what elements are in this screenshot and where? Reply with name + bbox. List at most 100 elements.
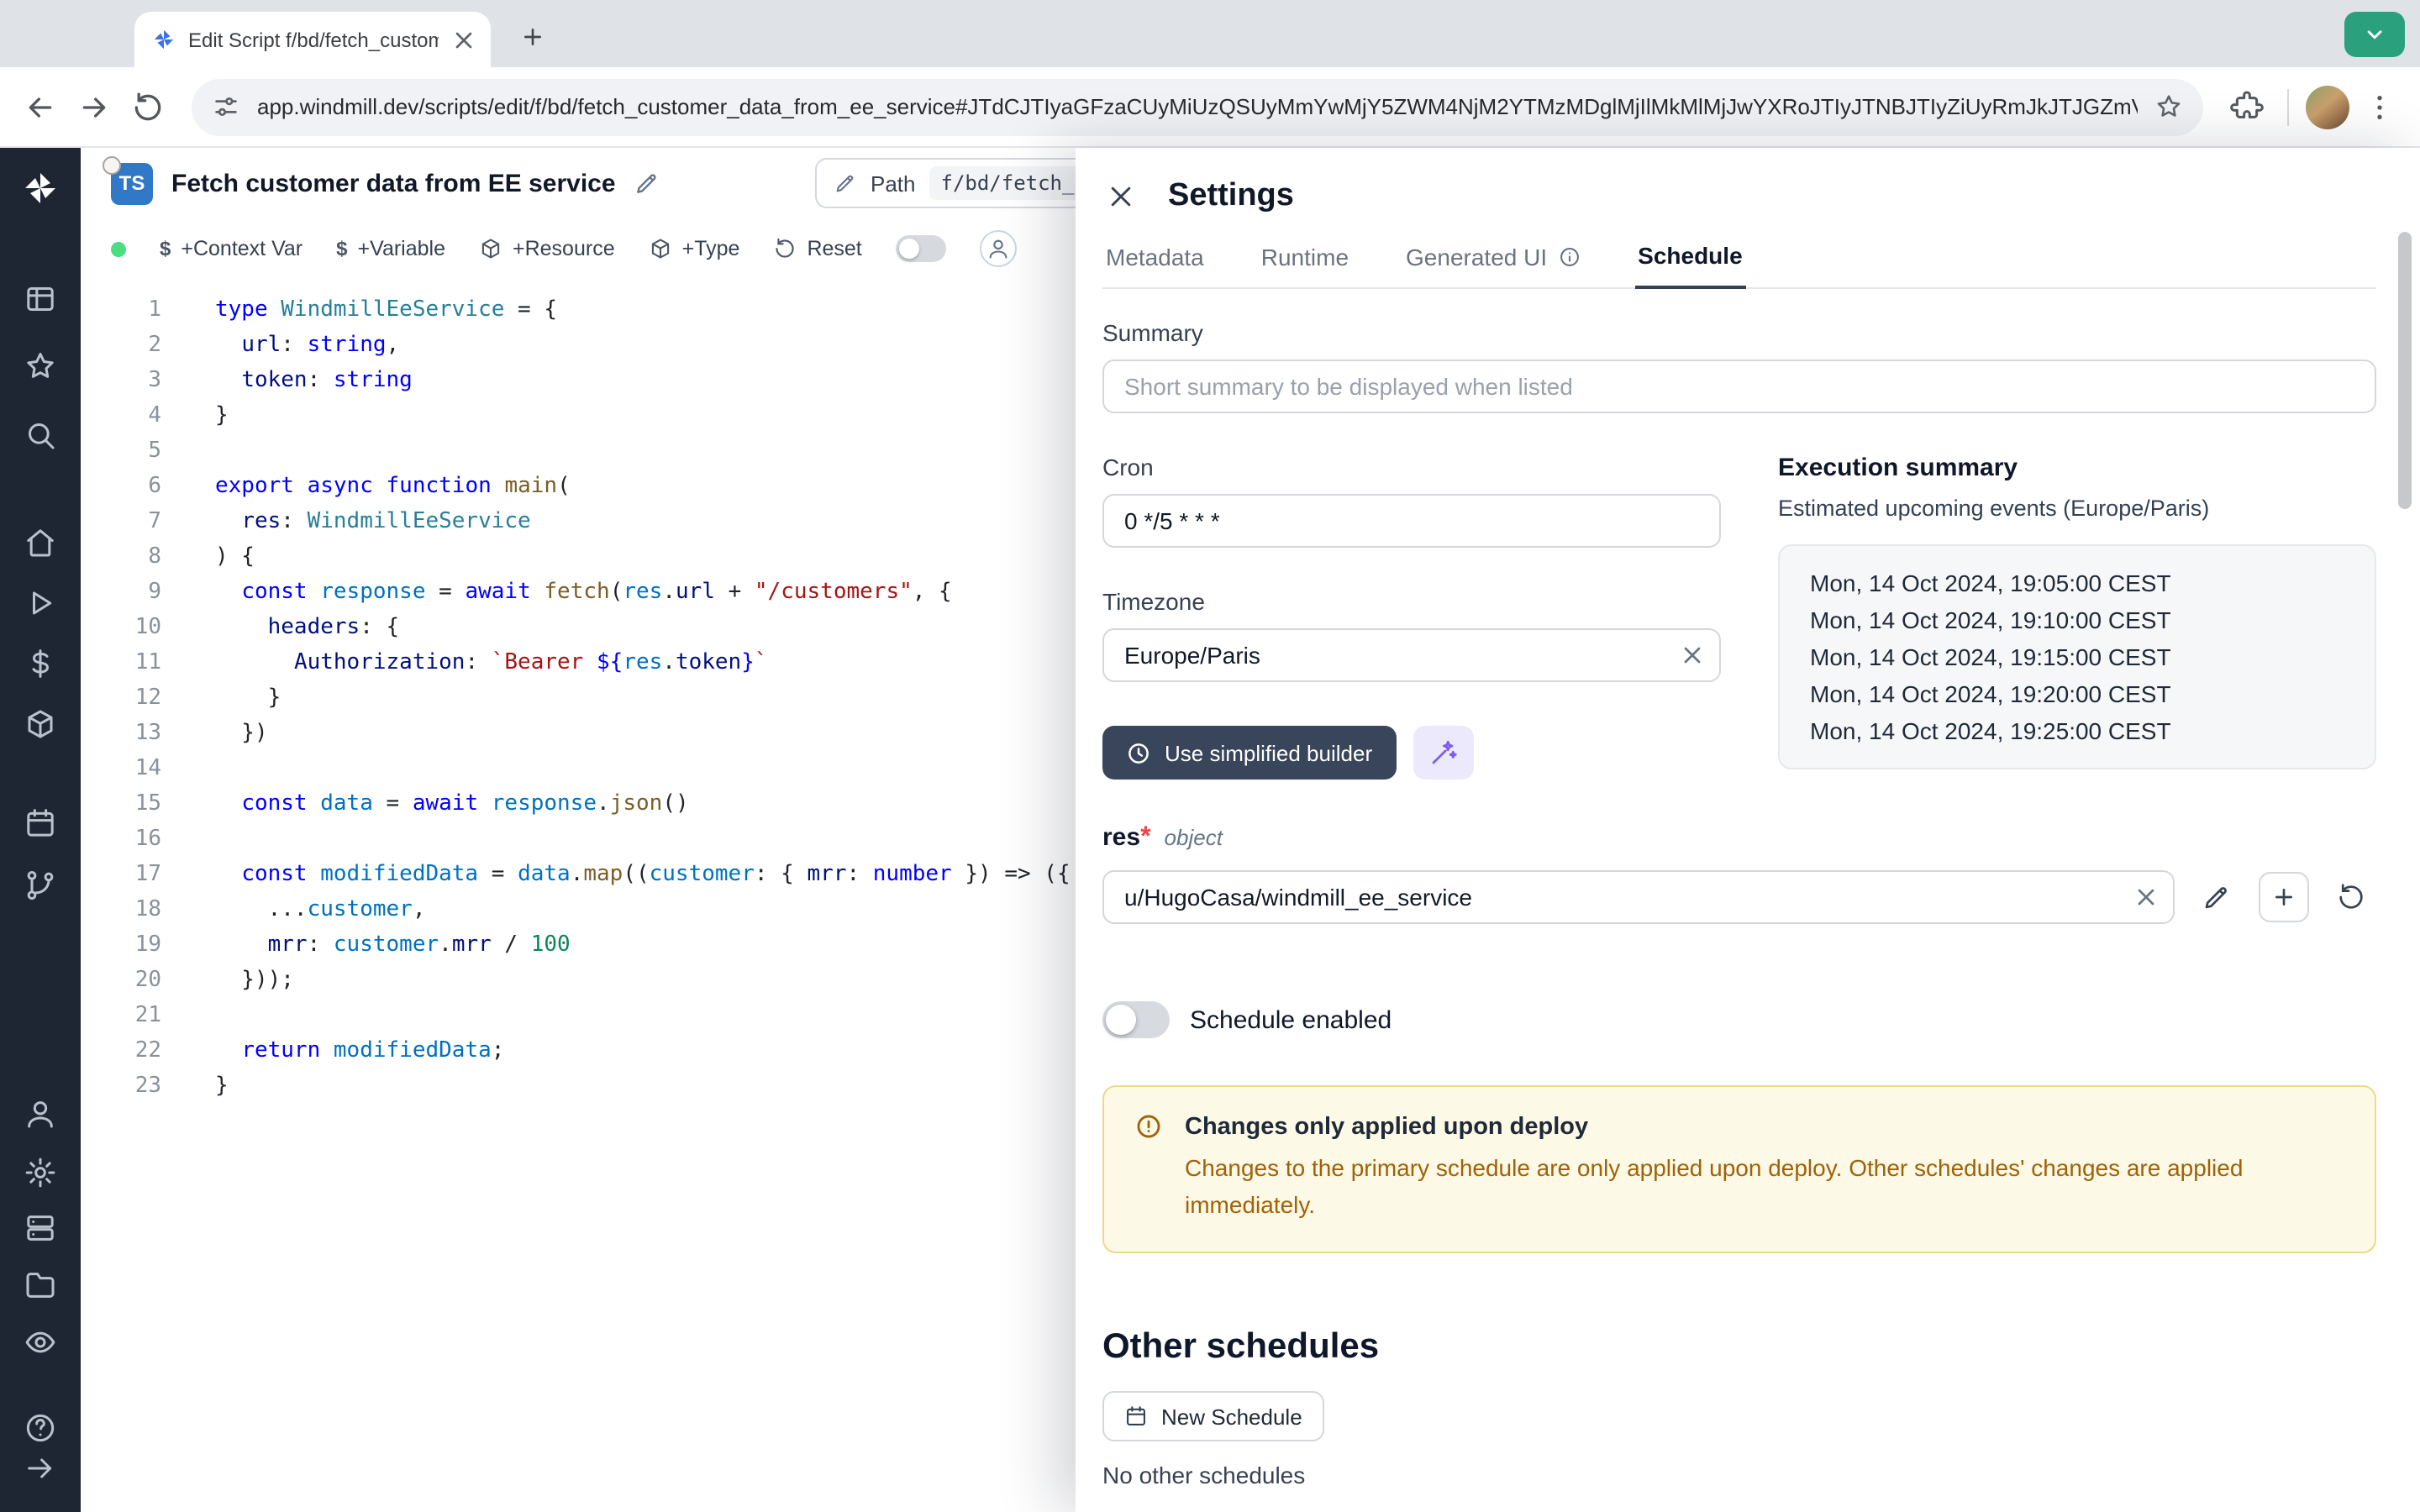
line-number: 13	[81, 716, 161, 751]
code-line: }	[215, 398, 1071, 433]
browser-window: Edit Script f/bd/fetch_custom app.windmi…	[0, 0, 2420, 1512]
upcoming-event: Mon, 14 Oct 2024, 19:15:00 CEST	[1810, 643, 2344, 670]
variables-icon[interactable]	[24, 647, 57, 680]
schedules-icon[interactable]	[24, 806, 57, 840]
windmill-favicon	[151, 27, 176, 52]
toolbar-divider	[2287, 88, 2289, 125]
line-number: 18	[81, 892, 161, 927]
settings-panel-header: Settings	[1102, 171, 2376, 222]
new-tab-icon[interactable]	[511, 15, 555, 59]
add-resource-button[interactable]	[2259, 872, 2309, 922]
code-line: })	[215, 716, 1071, 751]
line-number: 20	[81, 963, 161, 998]
audit-logs-icon[interactable]	[24, 1326, 57, 1359]
reset-button[interactable]: Reset	[773, 237, 861, 260]
dollar-icon: $	[160, 237, 171, 260]
line-number: 4	[81, 398, 161, 433]
extensions-icon[interactable]	[2223, 83, 2270, 130]
user-icon[interactable]	[24, 1097, 57, 1131]
schedule-enabled-label: Schedule enabled	[1190, 1005, 1392, 1034]
workers-icon[interactable]	[24, 1211, 57, 1245]
code-line: token: string	[215, 363, 1071, 398]
line-number: 10	[81, 610, 161, 645]
code-line: Authorization: `Bearer ${res.token}`	[215, 645, 1071, 680]
res-input[interactable]	[1102, 870, 2175, 924]
other-schedules-title: Other schedules	[1102, 1328, 2376, 1368]
use-simplified-builder-button[interactable]: Use simplified builder	[1102, 726, 1396, 780]
code-lines: type WindmillEeService = { url: string, …	[215, 292, 1071, 1104]
resources-icon[interactable]	[24, 707, 57, 741]
apps-icon[interactable]	[24, 282, 57, 316]
menu-kebab-icon[interactable]	[2356, 83, 2403, 130]
back-icon[interactable]	[17, 83, 64, 130]
ai-cron-wand-button[interactable]	[1413, 726, 1473, 780]
code-line	[215, 751, 1071, 786]
runs-icon[interactable]	[24, 586, 57, 620]
cube-icon	[649, 237, 672, 260]
code-line: type WindmillEeService = {	[215, 292, 1071, 328]
browser-tab[interactable]: Edit Script f/bd/fetch_custom	[134, 12, 491, 67]
line-number: 11	[81, 645, 161, 680]
language-badge-dot	[103, 155, 121, 174]
tab-schedule[interactable]: Schedule	[1634, 242, 1746, 289]
code-line: headers: {	[215, 610, 1071, 645]
settings-icon[interactable]	[24, 1156, 57, 1189]
address-bar[interactable]: app.windmill.dev/scripts/edit/f/bd/fetch…	[192, 78, 2203, 135]
timezone-input[interactable]	[1102, 628, 1721, 682]
refresh-icon	[2336, 882, 2366, 912]
language-badge-ts: TS	[111, 162, 153, 204]
close-settings-button[interactable]	[1102, 178, 1139, 215]
summary-label: Summary	[1102, 319, 2376, 346]
favorites-icon[interactable]	[24, 349, 57, 383]
summary-input[interactable]	[1102, 360, 2376, 413]
settings-title: Settings	[1168, 178, 1294, 215]
path-value: f/bd/fetch_	[929, 166, 1086, 200]
tab-runtime[interactable]: Runtime	[1258, 242, 1352, 287]
refresh-resource-button[interactable]	[2326, 872, 2376, 922]
forward-icon[interactable]	[71, 83, 118, 130]
edit-path-pencil-icon[interactable]	[834, 171, 857, 195]
tab-close-icon[interactable]	[450, 26, 477, 53]
home-icon[interactable]	[24, 526, 57, 559]
line-number: 7	[81, 504, 161, 539]
flows-icon[interactable]	[24, 869, 57, 902]
reload-icon[interactable]	[124, 83, 171, 130]
collapse-sidebar-icon[interactable]	[24, 1452, 57, 1485]
folders-icon[interactable]	[24, 1268, 57, 1302]
line-number: 8	[81, 539, 161, 575]
clear-timezone-icon[interactable]	[1679, 642, 1706, 669]
line-number: 6	[81, 469, 161, 504]
line-number: 15	[81, 786, 161, 822]
editor-assistant-toggle[interactable]	[896, 235, 946, 262]
path-label: Path	[871, 171, 916, 196]
add-type-button[interactable]: +Type	[649, 237, 740, 260]
tab-metadata[interactable]: Metadata	[1102, 242, 1207, 287]
code-line: }	[215, 1068, 1071, 1104]
path-editor[interactable]: Path f/bd/fetch_	[815, 158, 1104, 208]
bookmark-star-icon[interactable]	[2154, 92, 2183, 121]
clear-res-icon[interactable]	[2133, 884, 2160, 911]
code-line: const modifiedData = data.map((customer:…	[215, 857, 1071, 892]
tab-generated-ui[interactable]: Generated UI	[1402, 242, 1584, 287]
add-variable-button[interactable]: $ +Variable	[336, 237, 445, 260]
edit-title-pencil-icon[interactable]	[634, 170, 661, 197]
line-number: 3	[81, 363, 161, 398]
deploy-status-dot	[111, 241, 126, 256]
user-mode-icon[interactable]	[980, 230, 1017, 267]
new-schedule-button[interactable]: New Schedule	[1102, 1392, 1324, 1442]
edit-resource-pencil-icon[interactable]	[2191, 872, 2242, 922]
line-number: 5	[81, 433, 161, 469]
profile-avatar[interactable]	[2306, 85, 2349, 129]
add-context-var-button[interactable]: $ +Context Var	[160, 237, 302, 260]
script-title: Fetch customer data from EE service	[171, 169, 616, 197]
upcoming-event: Mon, 14 Oct 2024, 19:05:00 CEST	[1810, 570, 2344, 596]
add-resource-button-toolbar[interactable]: +Resource	[479, 237, 615, 260]
search-icon[interactable]	[24, 418, 57, 452]
site-info-icon[interactable]	[212, 92, 240, 121]
share-indicator-button[interactable]	[2344, 12, 2405, 57]
panel-scrollbar[interactable]	[2398, 232, 2412, 509]
schedule-enabled-toggle[interactable]	[1102, 1001, 1170, 1038]
help-icon[interactable]	[24, 1411, 57, 1445]
clock-icon	[1126, 740, 1151, 765]
cron-input[interactable]	[1102, 494, 1721, 548]
